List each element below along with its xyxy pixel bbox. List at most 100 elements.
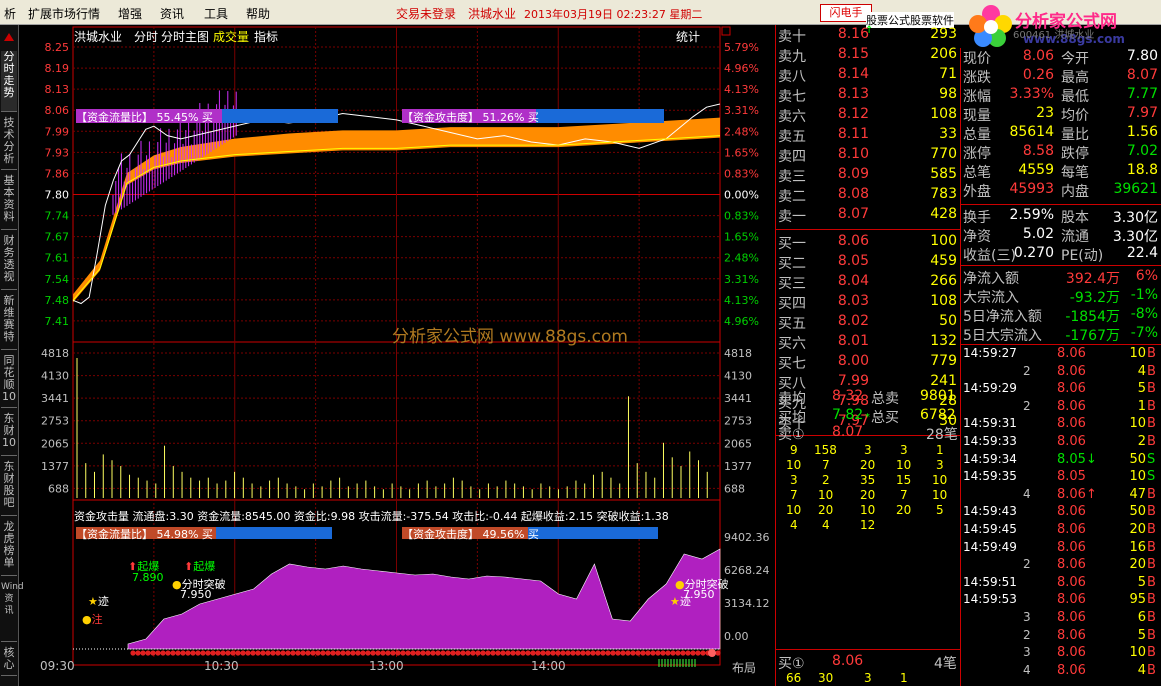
indicator-bead <box>175 650 181 656</box>
ask-level-5[interactable]: 卖五 8.11 33 <box>776 125 961 145</box>
quote-value: 8.06 <box>1022 48 1054 64</box>
sell1-label[interactable]: 卖① <box>778 424 805 444</box>
quote-value: 18.8 <box>1126 162 1158 178</box>
order-volume: 100 <box>930 233 957 249</box>
pct-tick-label: 2.48% <box>724 252 759 265</box>
sidebar-tab-dongcai[interactable]: 东财10 <box>1 413 17 456</box>
bid-level-4[interactable]: 买四 8.03 108 <box>776 292 961 312</box>
quote-label: 涨跌 <box>963 70 991 86</box>
logo-stock-code: 600461 洪城水业 <box>1013 30 1095 41</box>
ask-level-6[interactable]: 卖六 8.12 108 <box>776 105 961 125</box>
ask-level-10[interactable]: 卖十 8.16 293 ↑ <box>776 25 961 45</box>
indicator-bead <box>620 650 626 656</box>
layout-button[interactable]: 布局 <box>732 659 756 676</box>
sidebar-tab-wind[interactable]: Wind资讯 <box>1 581 24 642</box>
indicator-bead <box>345 650 351 656</box>
sidebar-tab-longhu[interactable]: 龙虎榜单 <box>1 521 17 576</box>
order-volume: 770 <box>930 146 957 162</box>
menu-item-news[interactable]: 资讯 <box>160 5 184 22</box>
sidebar-tab-technical[interactable]: 技术分析 <box>1 117 17 170</box>
flow-pct: -8% <box>1130 306 1158 322</box>
menu-item-enhance[interactable]: 增强 <box>118 5 142 22</box>
bid-level-7[interactable]: 买七 8.00 779 <box>776 352 961 372</box>
tick-price: 8.06 <box>1057 398 1086 414</box>
login-status[interactable]: 交易未登录 <box>396 5 456 22</box>
sidebar-tab-xinwei[interactable]: 新维赛特 <box>1 295 17 350</box>
tick-time: 14:59:29 <box>963 381 1017 396</box>
menu-item-market[interactable]: 扩展市场行情 <box>28 5 100 22</box>
annotation-qibao-1-price: 7.890 <box>132 571 164 584</box>
sell1-breakdown-cell: 3 <box>900 443 908 457</box>
time-label-0930: 09:30 <box>40 659 75 673</box>
tick-side: B <box>1147 627 1156 643</box>
sell1-breakdown-cell: 7 <box>900 488 908 502</box>
menu-item-0[interactable]: 析 <box>4 5 16 22</box>
sidebar-tab-finance[interactable]: 财务透视 <box>1 235 17 290</box>
tick-volume: 10 <box>1129 469 1146 485</box>
menu-item-tools[interactable]: 工具 <box>204 5 228 22</box>
flash-trade-button[interactable]: 闪电手 <box>820 4 872 22</box>
order-volume: 33 <box>939 126 957 142</box>
sell1-breakdown-cell: 20 <box>896 503 912 517</box>
indicator-bead <box>215 650 221 656</box>
indicator-bead <box>150 650 156 656</box>
attack-label: 【资金攻击度】 51.26% 买 <box>402 111 539 124</box>
chart-tab-indicator[interactable]: 指标 <box>254 28 278 45</box>
chart-tab-volume[interactable]: 成交量 <box>213 28 249 45</box>
bid-level-1[interactable]: 买一 8.06 100 <box>776 232 961 252</box>
indicator-bead <box>350 650 356 656</box>
sell1-breakdown-cell: 1 <box>936 443 944 457</box>
chart-tab-main[interactable]: 分时主图 <box>161 28 209 45</box>
sell1-breakdown-cell: 10 <box>932 473 948 487</box>
price-tick-label: 7.80 <box>45 189 70 202</box>
chart-tab-intraday[interactable]: 分时 <box>134 28 158 45</box>
indicator-bead <box>165 650 171 656</box>
indicator-bead <box>410 650 416 656</box>
tick-volume: 5 <box>1137 381 1146 397</box>
ask-level-3[interactable]: 卖三 8.09 585 <box>776 165 961 185</box>
indicator-bead <box>390 650 396 656</box>
site-logo[interactable]: 分析家公式网 www.88gs.com 600461 洪城水业 <box>965 2 1161 48</box>
buy1-label[interactable]: 买① <box>778 653 805 673</box>
order-volume: 71 <box>939 66 957 82</box>
sidebar-tab-guba[interactable]: 东财股吧 <box>1 461 17 516</box>
order-level-label: 卖三 <box>778 169 806 185</box>
stats-button[interactable]: 统计 <box>676 28 700 45</box>
ask-level-8[interactable]: 卖八 8.14 71 <box>776 65 961 85</box>
sidebar-tab-basic[interactable]: 基本资料 <box>1 175 17 230</box>
ask-level-7[interactable]: 卖七 8.13 98 <box>776 85 961 105</box>
tick-volume: 50 <box>1129 451 1146 467</box>
sidebar-tab-core[interactable]: 核心 <box>1 647 17 676</box>
menu-item-help[interactable]: 帮助 <box>246 5 270 22</box>
sidebar-tab-intraday[interactable]: 分时走势 <box>1 51 17 112</box>
ask-level-9[interactable]: 卖九 8.15 206 <box>776 45 961 65</box>
sell1-breakdown-cell: 10 <box>786 458 802 472</box>
order-price: 8.08 <box>837 186 869 202</box>
pct-tick-label: 0.83% <box>724 210 759 223</box>
bid-level-2[interactable]: 买二 8.05 459 <box>776 252 961 272</box>
scroll-up-icon[interactable] <box>1 27 17 47</box>
sell1-breakdown-cell: 20 <box>818 503 834 517</box>
indicator-bead <box>560 650 566 656</box>
time-label-1400: 14:00 <box>531 659 566 673</box>
bid-level-3[interactable]: 买三 8.04 266 <box>776 272 961 292</box>
sidebar-tab-ths[interactable]: 同花顺10 <box>1 355 17 408</box>
volume-tick-label: 4130 <box>41 370 69 383</box>
flow-ratio-bar-2: 【资金流量比】 54.98% 买 <box>76 527 332 541</box>
quote-value: 3.33% <box>1009 86 1054 102</box>
tick-side: B <box>1147 645 1156 661</box>
indicator-bead <box>435 650 441 656</box>
quote-value: 3.30亿 <box>1112 210 1158 226</box>
ask-level-2[interactable]: 卖二 8.08 783 <box>776 185 961 205</box>
indicator-bead <box>500 650 506 656</box>
ask-level-4[interactable]: 卖四 8.10 770 <box>776 145 961 165</box>
bid-level-5[interactable]: 买五 8.02 50 <box>776 312 961 332</box>
bid-level-6[interactable]: 买六 8.01 132 <box>776 332 961 352</box>
order-price: 8.02 <box>837 313 869 329</box>
indicator-end-bead <box>708 649 716 657</box>
indicator-bead <box>470 650 476 656</box>
ask-level-1[interactable]: 卖一 8.07 428 <box>776 205 961 225</box>
tick-volume: 4 <box>1137 363 1146 379</box>
tick-side: B <box>1147 398 1156 414</box>
flow-pct: -1% <box>1130 287 1158 303</box>
